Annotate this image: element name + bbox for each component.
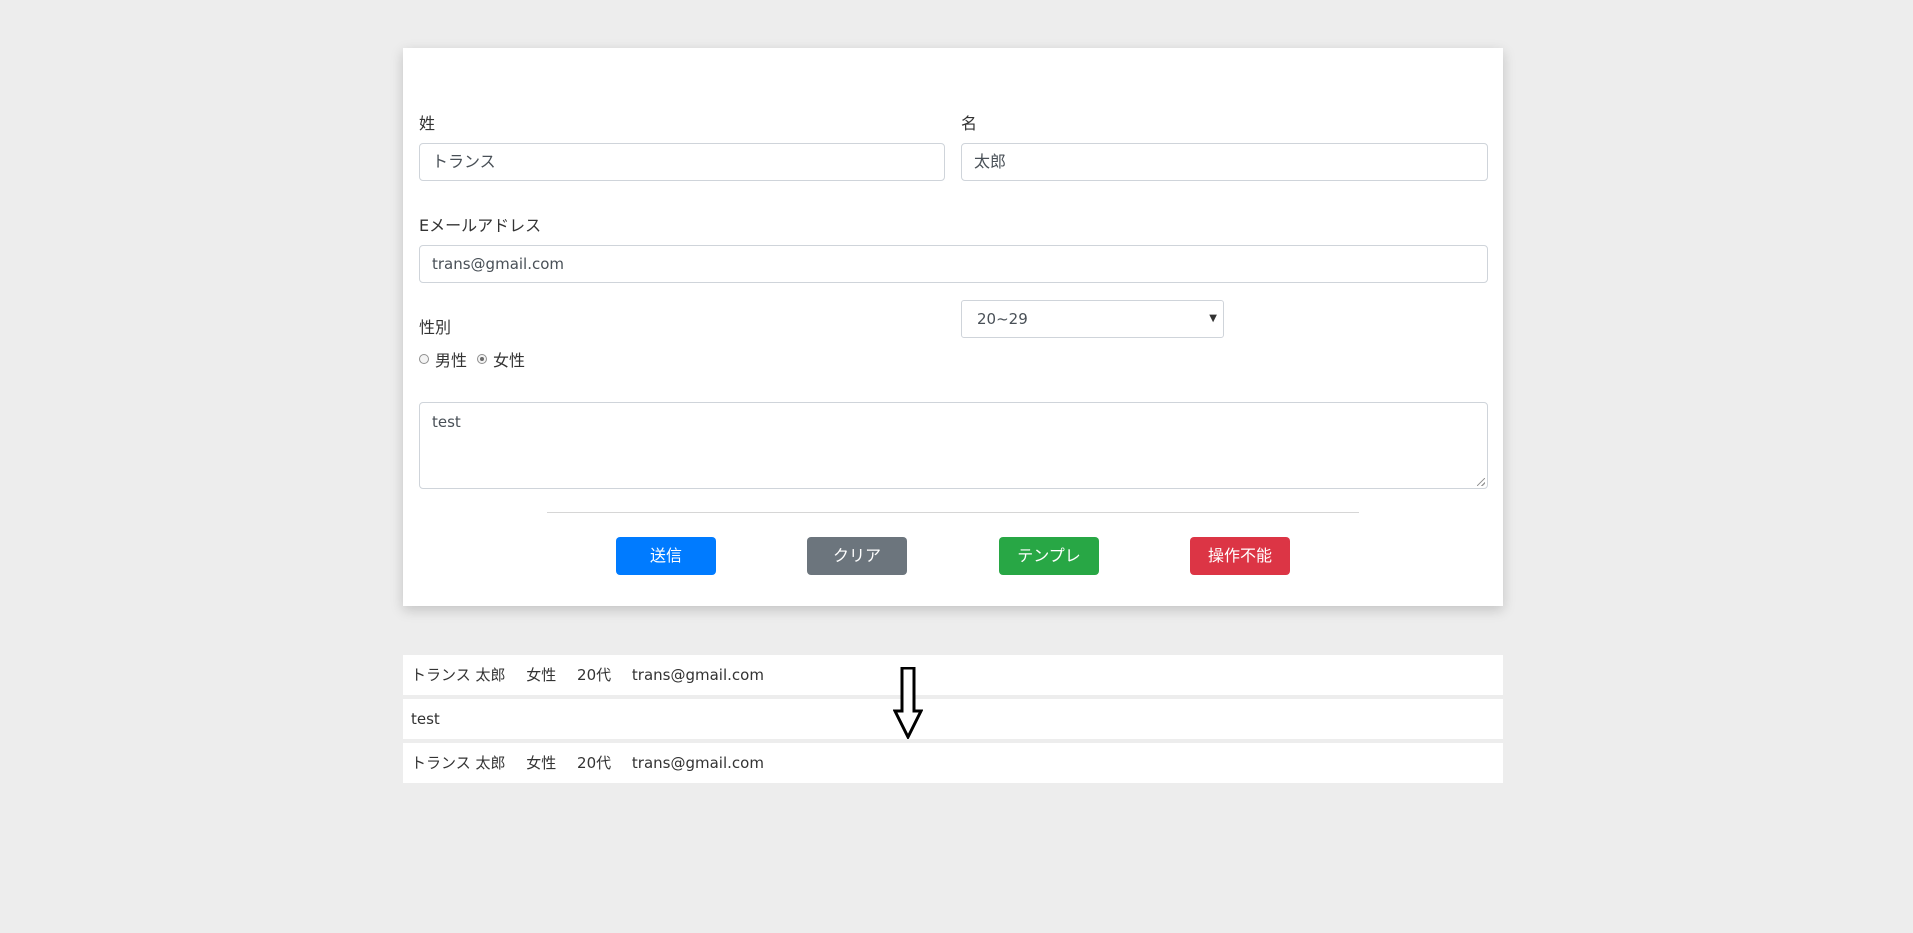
chevron-down-icon: ▼ bbox=[1209, 313, 1217, 324]
result-row: トランス 太郎 女性 20代 trans@gmail.com bbox=[403, 655, 1503, 695]
clear-button[interactable]: クリア bbox=[807, 537, 907, 575]
result-email: trans@gmail.com bbox=[631, 754, 764, 772]
age-select[interactable]: 20~29 ▼ bbox=[961, 300, 1224, 338]
down-arrow-icon bbox=[893, 667, 923, 739]
last-name-label: 姓 bbox=[419, 114, 436, 133]
result-name: トランス 太郎 bbox=[411, 666, 506, 684]
disabled-button[interactable]: 操作不能 bbox=[1190, 537, 1290, 575]
gender-radio-male[interactable] bbox=[419, 354, 429, 364]
gender-radio-group: 男性 女性 bbox=[419, 348, 535, 370]
result-age: 20代 bbox=[577, 754, 612, 772]
result-gender: 女性 bbox=[526, 754, 557, 772]
gender-radio-female[interactable] bbox=[477, 354, 488, 364]
gender-option-female-label[interactable]: 女性 bbox=[493, 347, 525, 371]
result-age: 20代 bbox=[577, 666, 612, 684]
gender-option-male-label[interactable]: 男性 bbox=[435, 347, 467, 371]
divider bbox=[547, 512, 1359, 513]
resize-grip-icon[interactable] bbox=[1477, 478, 1485, 486]
email-input[interactable]: trans@gmail.com bbox=[419, 245, 1488, 283]
gender-label: 性別 bbox=[419, 318, 452, 337]
result-remarks-row: test bbox=[403, 699, 1503, 739]
form-card: 姓 トランス 名 太郎 Eメールアドレス trans@gmail.com 性別 … bbox=[403, 48, 1503, 606]
email-label: Eメールアドレス bbox=[419, 216, 542, 235]
last-name-input[interactable]: トランス bbox=[419, 143, 945, 181]
result-row: トランス 太郎 女性 20代 trans@gmail.com bbox=[403, 743, 1503, 783]
result-name: トランス 太郎 bbox=[411, 754, 506, 772]
result-email: trans@gmail.com bbox=[631, 666, 764, 684]
first-name-input[interactable]: 太郎 bbox=[961, 143, 1488, 181]
template-button[interactable]: テンプレ bbox=[999, 537, 1099, 575]
remarks-textarea[interactable]: test bbox=[419, 402, 1488, 489]
first-name-label: 名 bbox=[961, 114, 978, 133]
result-remarks: test bbox=[411, 710, 440, 728]
remarks-text: test bbox=[432, 413, 461, 431]
age-select-value: 20~29 bbox=[977, 310, 1028, 328]
result-gender: 女性 bbox=[526, 666, 557, 684]
send-button[interactable]: 送信 bbox=[616, 537, 716, 575]
